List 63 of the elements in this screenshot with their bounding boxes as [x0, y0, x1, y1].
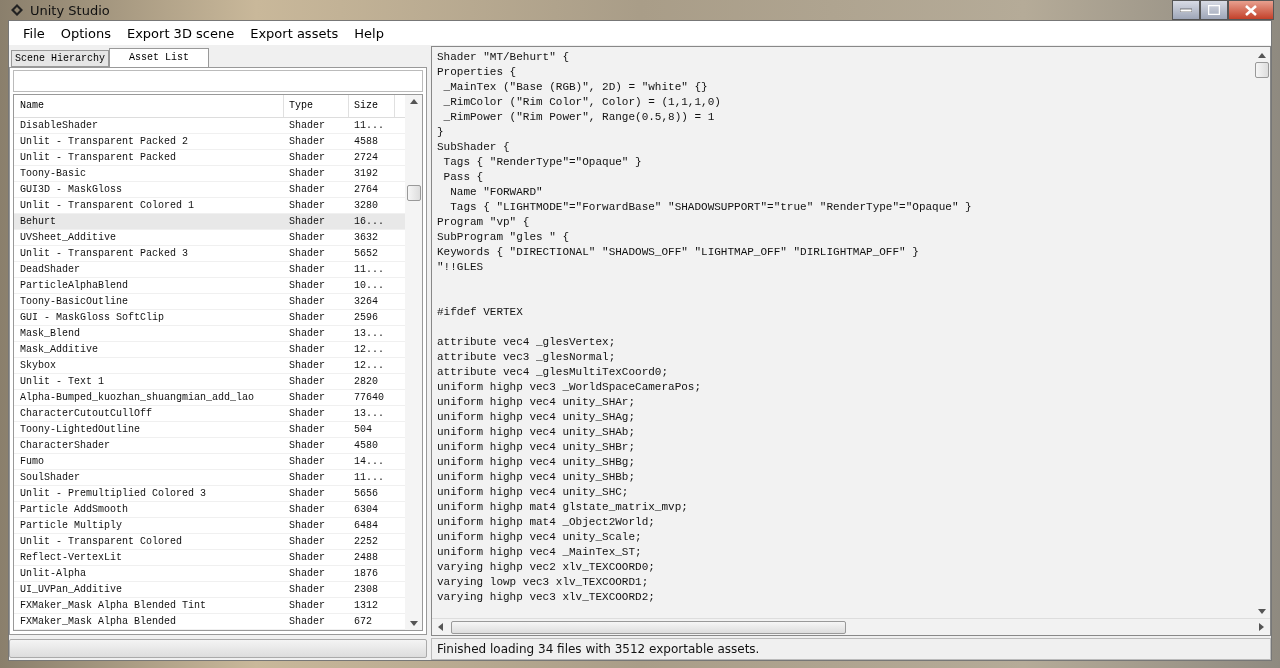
maximize-button[interactable] [1200, 0, 1228, 20]
asset-row[interactable]: Unlit - Text 1 Shader 2820 [14, 374, 405, 390]
asset-row[interactable]: Mask_Blend Shader 13... [14, 326, 405, 342]
scroll-up-icon[interactable] [1257, 53, 1266, 58]
asset-row[interactable]: CharacterCutoutCullOff Shader 13... [14, 406, 405, 422]
asset-row[interactable]: Fumo Shader 14... [14, 454, 405, 470]
menu-item[interactable]: Options [52, 25, 119, 41]
asset-row[interactable]: Toony-LightedOutline Shader 504 [14, 422, 405, 438]
close-icon [1245, 4, 1257, 16]
column-header[interactable]: Size [349, 95, 395, 117]
asset-row[interactable]: FXMaker_Mask Alpha Blended Tint Shader 1312 [14, 598, 405, 614]
asset-row[interactable]: Unlit - Transparent Packed 3 Shader 5652 [14, 246, 405, 262]
menu-item[interactable]: File [15, 25, 53, 41]
column-header[interactable]: Name [14, 95, 284, 117]
app-logo-icon [10, 3, 24, 17]
asset-row[interactable]: Unlit - Premultiplied Colored 3 Shader 5656 [14, 486, 405, 502]
asset-row[interactable]: Unlit - Transparent Colored Shader 2252 [14, 534, 405, 550]
maximize-icon [1208, 5, 1220, 15]
scroll-thumb[interactable] [451, 620, 846, 634]
asset-row[interactable]: Unlit - Transparent Packed Shader 2724 [14, 150, 405, 166]
asset-row[interactable]: DisableShader Shader 11... [14, 118, 405, 134]
menu-item[interactable]: Export 3D scene [118, 25, 243, 41]
asset-row[interactable]: Behurt Shader 16... [14, 214, 405, 230]
asset-row[interactable]: Particle AddSmooth Shader 6304 [14, 502, 405, 518]
asset-row[interactable]: CharacterShader Shader 4580 [14, 438, 405, 454]
scroll-down-icon[interactable] [1257, 609, 1266, 614]
asset-row[interactable]: Skybox Shader 12... [14, 358, 405, 374]
filter-field[interactable] [13, 70, 423, 92]
asset-row[interactable]: Unlit - Transparent Packed 2 Shader 4588 [14, 134, 405, 150]
scroll-left-icon[interactable] [438, 623, 443, 631]
scrollbar[interactable] [405, 95, 422, 630]
horizontal-scrollbar[interactable] [9, 639, 427, 658]
asset-row[interactable]: Toony-BasicOutline Shader 3264 [14, 294, 405, 310]
asset-row[interactable]: UVSheet_Additive Shader 3632 [14, 230, 405, 246]
menu-item[interactable]: Export assets [242, 25, 347, 41]
scroll-up-icon[interactable] [409, 99, 418, 104]
scroll-right-icon[interactable] [1259, 623, 1264, 631]
scroll-thumb[interactable] [1254, 62, 1269, 78]
asset-row[interactable]: Mask_Additive Shader 12... [14, 342, 405, 358]
scroll-down-icon[interactable] [409, 621, 418, 626]
asset-row[interactable]: GUI3D - MaskGloss Shader 2764 [14, 182, 405, 198]
asset-row[interactable]: UI_UVPan_Additive Shader 2308 [14, 582, 405, 598]
asset-row[interactable]: Toony-Basic Shader 3192 [14, 166, 405, 182]
asset-row[interactable]: GUI - MaskGloss SoftClip Shader 2596 [14, 310, 405, 326]
tab[interactable]: Asset List [109, 48, 210, 67]
asset-row[interactable]: FXMaker_Mask Alpha Blended Shader 672 [14, 614, 405, 630]
minimize-button[interactable] [1172, 0, 1200, 20]
asset-row[interactable]: Alpha-Bumped_kuozhan_shuangmian_add_lao Shader 77640 [14, 390, 405, 406]
window-title: Unity Studio [30, 2, 110, 18]
asset-row[interactable]: Unlit-Alpha Shader 1876 [14, 566, 405, 582]
status-text: Finished loading 34 files with 3512 exportable assets. [431, 638, 1271, 660]
asset-row[interactable]: ParticleAlphaBlend Shader 10... [14, 278, 405, 294]
close-button[interactable] [1228, 0, 1274, 20]
scroll-thumb[interactable] [406, 185, 421, 201]
asset-row[interactable]: Particle Multiply Shader 6484 [14, 518, 405, 534]
menu-item[interactable]: Help [346, 25, 392, 41]
asset-row[interactable]: Reflect-VertexLit Shader 2488 [14, 550, 405, 566]
shader-code: Shader "MT/Behurt" { Properties { _MainTex ("Base (RGB)", 2D) = "white" {} _RimColor ("Rim Color", Color) = (1,1,1,0) _RimPower ("Rim Power", Range(0.5,8)) = 1 } SubShader { Tags { "RenderType"="Opaque" } Pass { Name "FORWARD" Tags { "LIGHTMODE"="ForwardBase" "SHADOWSUPPORT"="true" "RenderType"="Opaque" } Program "vp" { SubProgram "gles " { Keywords { "DIRECTIONAL" "SHADOWS_OFF" "LIGHTMAP_OFF" "DIRLIGHTMAP_OFF" } "!!GLES #ifdef VERTEX attribute vec4 _glesVertex; attribute vec3 _glesNormal; attribute vec4 _glesMultiTexCoord0; uniform highp vec3 _WorldSpaceCameraPos; uniform highp vec4 unity_SHAr; uniform highp vec4 unity_SHAg; uniform highp vec4 unity_SHAb; uniform highp vec4 unity_SHBr; uniform highp vec4 unity_SHBg; uniform highp vec4 unity_SHBb; uniform highp vec4 unity_SHC; uniform highp mat4 glstate_matrix_mvp; uniform highp mat4 _Object2World; uniform highp vec4 unity_Scale; uniform highp vec4 _MainTex_ST; varying highp vec2 xlv_TEXCOORD0; varying lowp vec3 xlv_TEXCOORD1; varying highp vec3 xlv_TEXCOORD2; [436, 50, 973, 605]
asset-row[interactable]: DeadShader Shader 11... [14, 262, 405, 278]
tab[interactable]: Scene Hierarchy [11, 50, 109, 67]
minimize-icon [1180, 8, 1192, 12]
column-header[interactable]: Type [284, 95, 349, 117]
asset-row[interactable]: SoulShader Shader 11... [14, 470, 405, 486]
